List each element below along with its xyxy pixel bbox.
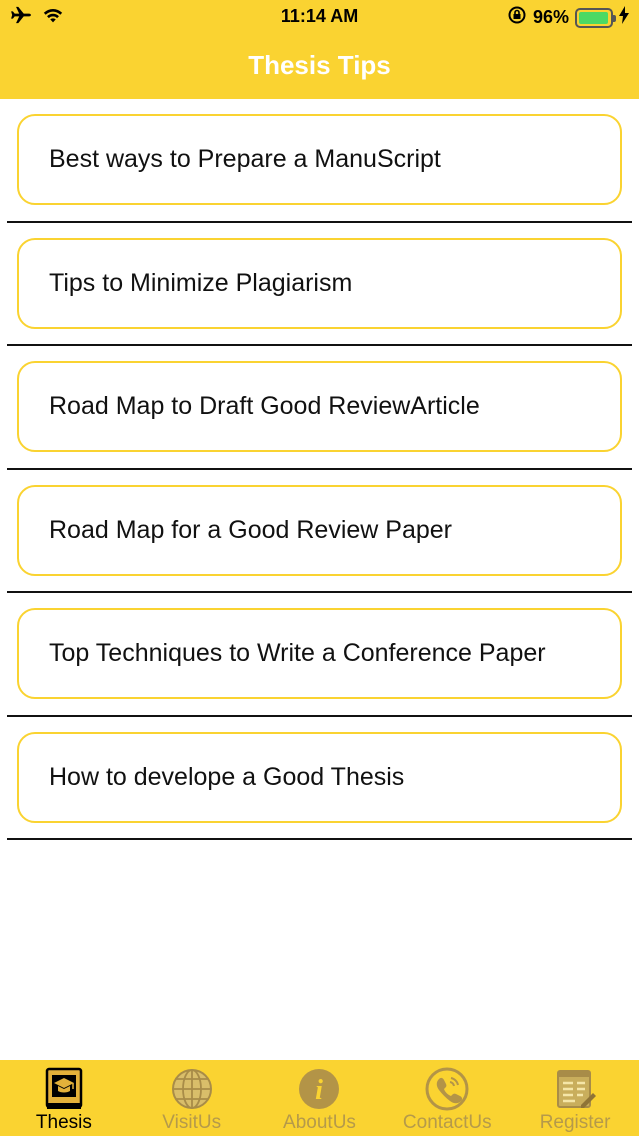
screen: 11:14 AM 96% Thesis Tips Best ways to Pr… (0, 0, 639, 1136)
battery-icon (575, 7, 616, 28)
page-title: Thesis Tips (248, 50, 391, 80)
tip-card[interactable]: Best ways to Prepare a ManuScript (17, 114, 622, 205)
status-bar: 11:14 AM 96% (0, 0, 639, 32)
tip-card[interactable]: Road Map to Draft Good ReviewArticle (17, 361, 622, 452)
tab-label: Thesis (35, 1112, 92, 1133)
tab-contactus[interactable]: ContactUs (384, 1060, 511, 1136)
register-form-icon (552, 1066, 598, 1112)
tab-label: Register (539, 1112, 611, 1133)
thesis-book-icon (41, 1066, 87, 1112)
list-item[interactable]: Road Map to Draft Good ReviewArticle (0, 346, 639, 470)
list-item[interactable]: Top Techniques to Write a Conference Pap… (0, 593, 639, 717)
list-item[interactable]: Road Map for a Good Review Paper (0, 470, 639, 593)
row-separator (7, 838, 632, 840)
orientation-lock-icon (507, 5, 527, 30)
list-item[interactable]: Best ways to Prepare a ManuScript (0, 99, 639, 223)
tip-card[interactable]: How to develope a Good Thesis (17, 731, 622, 823)
battery-percent: 96% (532, 7, 569, 27)
battery-level (579, 11, 608, 24)
phone-icon (424, 1066, 470, 1112)
tip-card[interactable]: Top Techniques to Write a Conference Pap… (17, 608, 622, 699)
tab-register[interactable]: Register (512, 1060, 639, 1136)
battery-cap (613, 14, 616, 22)
tip-card[interactable]: Road Map for a Good Review Paper (17, 484, 622, 576)
globe-icon (169, 1066, 215, 1112)
status-right: 96% (507, 5, 629, 30)
tab-label: ContactUs (402, 1112, 492, 1133)
list-item[interactable]: How to develope a Good Thesis (0, 717, 639, 840)
tab-bar: Thesis VisitUs i AboutUs ContactUs Regis… (0, 1060, 639, 1136)
info-icon: i (296, 1066, 342, 1112)
tab-visitus[interactable]: VisitUs (128, 1060, 255, 1136)
svg-text:i: i (316, 1075, 324, 1106)
tab-label: VisitUs (162, 1112, 222, 1133)
tab-label: AboutUs (283, 1112, 356, 1133)
tips-list: Best ways to Prepare a ManuScript Tips t… (0, 99, 639, 840)
tab-thesis[interactable]: Thesis (0, 1060, 127, 1136)
charging-bolt-icon (619, 6, 629, 29)
list-item[interactable]: Tips to Minimize Plagiarism (0, 223, 639, 346)
tip-card[interactable]: Tips to Minimize Plagiarism (17, 237, 622, 329)
tab-aboutus[interactable]: i AboutUs (256, 1060, 383, 1136)
header: 11:14 AM 96% Thesis Tips (0, 0, 639, 99)
